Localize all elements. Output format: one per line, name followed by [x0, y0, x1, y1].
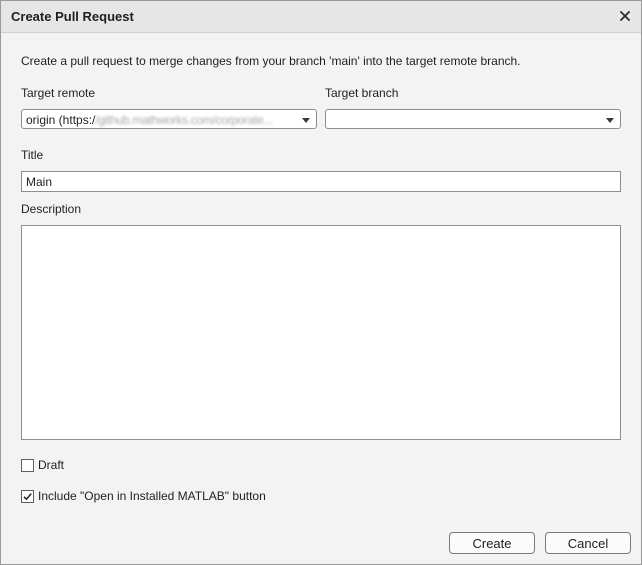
target-branch-dropdown[interactable]	[325, 109, 621, 129]
dialog-title: Create Pull Request	[11, 9, 134, 24]
include-open-in-matlab-row[interactable]: Include "Open in Installed MATLAB" butto…	[21, 489, 266, 503]
create-pull-request-dialog: Create Pull Request Create a pull reques…	[0, 0, 642, 565]
include-open-in-matlab-label: Include "Open in Installed MATLAB" butto…	[38, 489, 266, 503]
intro-text: Create a pull request to merge changes f…	[21, 54, 521, 68]
description-label: Description	[21, 202, 82, 216]
title-input[interactable]	[21, 171, 621, 192]
dropdown-arrow-icon	[302, 118, 310, 123]
target-remote-label: Target remote	[21, 86, 96, 100]
target-remote-value-prefix: origin (https:/	[26, 113, 96, 127]
title-label: Title	[21, 148, 44, 162]
include-open-in-matlab-checkbox[interactable]	[21, 489, 34, 503]
close-button[interactable]	[615, 6, 635, 26]
target-branch-label: Target branch	[325, 86, 399, 100]
checkmark-icon	[23, 492, 32, 500]
draft-label: Draft	[38, 458, 65, 472]
draft-checkbox-row[interactable]: Draft	[21, 458, 64, 472]
description-textarea[interactable]	[21, 225, 621, 440]
target-remote-dropdown[interactable]: origin (https://github.mathworks.com/cor…	[21, 109, 317, 129]
dialog-titlebar: Create Pull Request	[1, 1, 641, 33]
target-remote-value-url: /github.mathworks.com/corporate...	[95, 113, 273, 127]
cancel-button[interactable]: Cancel	[545, 532, 631, 554]
create-button[interactable]: Create	[449, 532, 535, 554]
dropdown-arrow-icon	[606, 118, 614, 123]
draft-checkbox[interactable]	[21, 458, 34, 472]
close-icon	[620, 11, 630, 21]
target-remote-value: origin (https://github.mathworks.com/cor…	[26, 113, 273, 127]
